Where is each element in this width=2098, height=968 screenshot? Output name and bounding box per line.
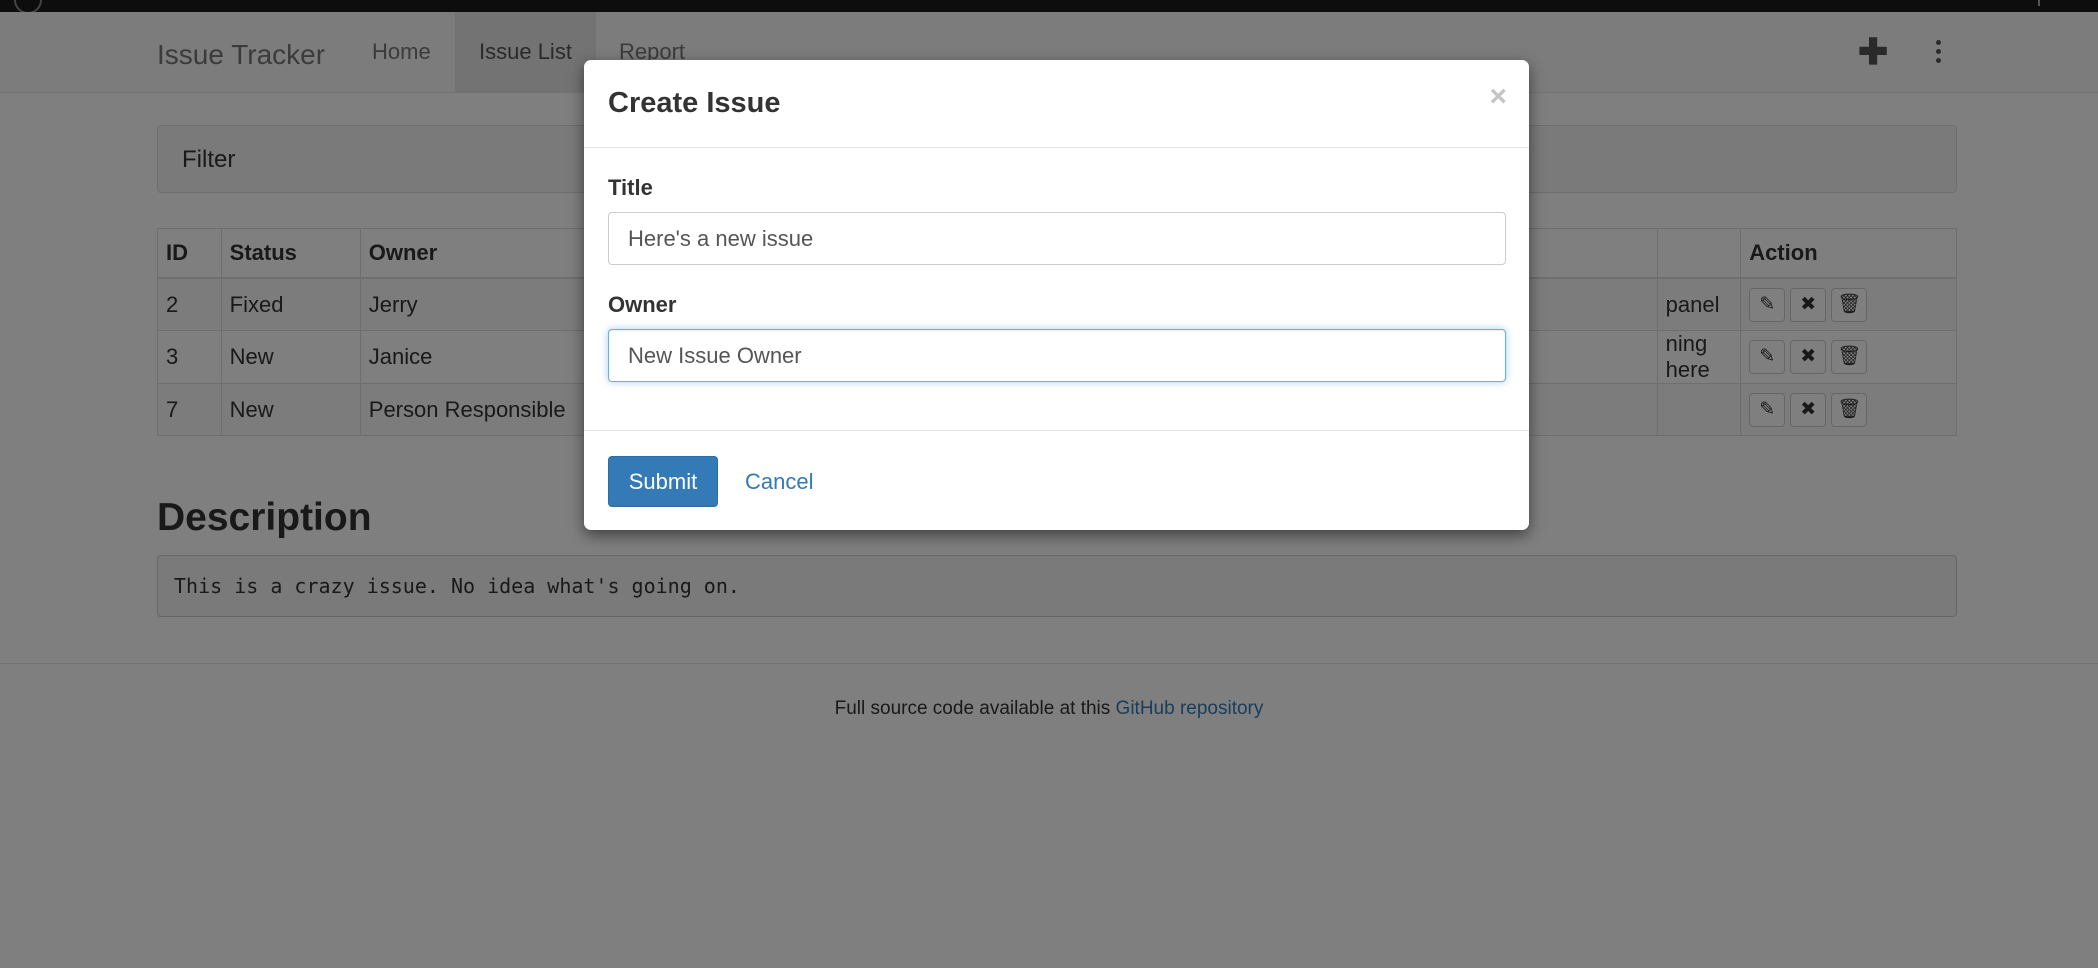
owner-label: Owner <box>608 292 677 317</box>
modal-header: Create Issue × <box>584 60 1529 148</box>
title-input[interactable] <box>608 212 1506 265</box>
modal-footer: Submit Cancel <box>584 430 1529 531</box>
modal-title: Create Issue <box>608 87 781 119</box>
create-issue-modal: Create Issue × Title Owner Submit Cancel <box>584 60 1529 530</box>
cancel-button[interactable]: Cancel <box>745 469 813 495</box>
submit-button[interactable]: Submit <box>608 456 718 507</box>
owner-input[interactable] <box>608 329 1506 382</box>
title-label: Title <box>608 175 653 200</box>
close-icon[interactable]: × <box>1489 82 1507 112</box>
